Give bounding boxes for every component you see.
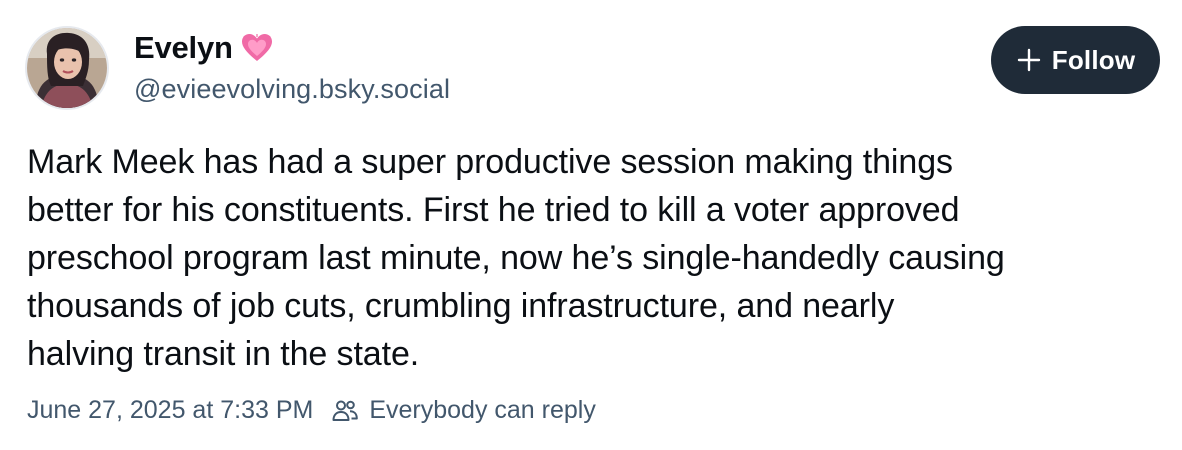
post-meta: June 27, 2025 at 7:33 PM Everybody can r… [27,396,596,425]
timestamp[interactable]: June 27, 2025 at 7:33 PM [27,396,313,425]
display-name[interactable]: Evelyn [134,30,233,66]
post-text: Mark Meek has had a super productive ses… [27,143,1005,373]
user-handle[interactable]: @evieevolving.bsky.social [134,74,450,105]
pink-heart-icon [241,33,273,63]
post-card: Evelyn @evieevolving.bsky.social Follow … [0,0,1182,450]
follow-label: Follow [1051,44,1136,75]
avatar[interactable] [25,26,109,110]
reply-setting[interactable]: Everybody can reply [369,396,596,425]
people-icon [331,397,359,425]
author-block: Evelyn @evieevolving.bsky.social [134,28,450,105]
follow-button[interactable]: Follow [991,26,1160,94]
plus-icon [1016,47,1042,73]
display-name-row: Evelyn [134,28,450,68]
profile-photo [27,28,107,108]
